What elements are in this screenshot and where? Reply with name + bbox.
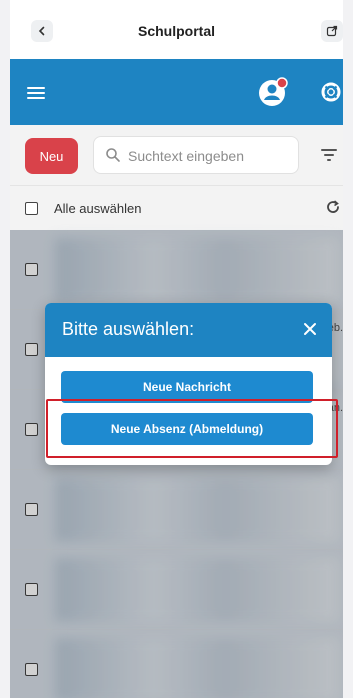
list-toolbar: Neu Suchtext eingeben bbox=[10, 125, 343, 185]
open-external-button[interactable] bbox=[321, 20, 343, 42]
dialog-title: Bitte auswählen: bbox=[62, 319, 195, 339]
help-lifebuoy-icon[interactable] bbox=[320, 81, 342, 103]
new-button[interactable]: Neu bbox=[25, 138, 78, 174]
filter-icon[interactable] bbox=[321, 149, 337, 161]
phone-frame: Schulportal Neu Suchtext eingeben Alle a… bbox=[10, 0, 343, 698]
select-all-checkbox[interactable] bbox=[25, 202, 38, 215]
external-link-icon bbox=[326, 25, 338, 37]
close-icon[interactable] bbox=[303, 322, 317, 336]
app-bar bbox=[10, 59, 343, 125]
select-all-label: Alle auswählen bbox=[54, 201, 142, 216]
search-icon bbox=[106, 148, 120, 162]
search-placeholder: Suchtext eingeben bbox=[128, 148, 244, 164]
user-avatar-icon[interactable] bbox=[258, 77, 288, 107]
select-all-row: Alle auswählen bbox=[10, 185, 343, 230]
search-input[interactable]: Suchtext eingeben bbox=[93, 136, 299, 174]
browser-title: Schulportal bbox=[137, 23, 215, 39]
dialog-header: Bitte auswählen: bbox=[45, 303, 332, 357]
highlight-box bbox=[46, 399, 338, 458]
refresh-icon[interactable] bbox=[325, 199, 341, 215]
browser-header: Schulportal bbox=[10, 0, 343, 59]
menu-icon[interactable] bbox=[27, 87, 45, 99]
